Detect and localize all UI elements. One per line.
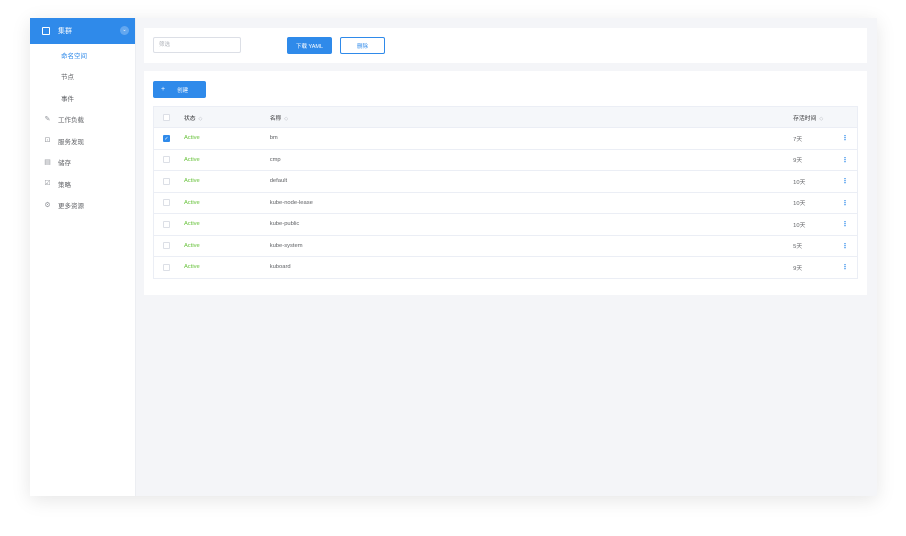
status-cell: Active: [183, 264, 200, 271]
name-cell[interactable]: default: [270, 178, 793, 184]
policy-icon: ☑: [44, 180, 51, 188]
sort-icon: ◇: [198, 115, 203, 122]
sidebar-item-label: 命名空间: [61, 52, 87, 60]
status-cell: Active: [183, 156, 200, 163]
sidebar-group-cluster[interactable]: 集群 ⌄: [30, 18, 135, 44]
name-cell[interactable]: kuboard: [270, 264, 793, 270]
table-row[interactable]: Active default 10天 ⋮: [154, 171, 857, 193]
table-row[interactable]: Active kube-public 10天 ⋮: [154, 214, 857, 236]
sidebar-item-label: 储存: [58, 160, 71, 168]
sidebar-item-label: 事件: [61, 95, 74, 103]
more-actions-icon[interactable]: ⋮: [833, 242, 857, 250]
table-body: ✓ Active bm 7天 ⋮ Active cmp 9天 ⋮ Active default 10天…: [154, 128, 857, 279]
sidebar-item-label: 策略: [58, 181, 71, 189]
status-cell: Active: [183, 221, 200, 228]
column-header-label: 名称: [269, 115, 282, 122]
age-cell: 10天: [793, 222, 806, 229]
create-button[interactable]: + 创建: [153, 81, 206, 98]
table-row[interactable]: Active kube-system 5天 ⋮: [154, 236, 857, 257]
column-header-label: 状态: [183, 115, 196, 122]
table-row[interactable]: Active kuboard 9天 ⋮: [154, 257, 857, 279]
sidebar-item-namespaces[interactable]: 命名空间: [30, 44, 135, 66]
toolbar: 下载 YAML 删除: [144, 28, 867, 63]
status-cell: Active: [183, 199, 200, 206]
name-cell[interactable]: cmp: [270, 157, 793, 163]
age-cell: 10天: [793, 201, 806, 208]
sidebar-item-workloads[interactable]: ✎ 工作负载: [30, 109, 135, 131]
select-all-cell: [154, 113, 184, 121]
status-cell: Active: [183, 135, 200, 142]
column-header-name[interactable]: 名称 ◇: [270, 113, 793, 122]
cluster-icon: [42, 27, 50, 35]
age-cell: 10天: [793, 179, 806, 186]
row-checkbox-cell: [154, 199, 184, 207]
row-checkbox-cell: [154, 242, 184, 250]
sidebar-item-label: 工作负载: [58, 117, 84, 125]
column-header-label: 存活时间: [793, 115, 817, 122]
sidebar-item-events[interactable]: 事件: [30, 87, 135, 109]
row-checkbox-cell: ✓: [154, 134, 184, 142]
more-actions-icon[interactable]: ⋮: [833, 177, 857, 185]
table-row[interactable]: Active kube-node-lease 10天 ⋮: [154, 193, 857, 214]
more-actions-icon[interactable]: ⋮: [833, 134, 857, 142]
column-header-age[interactable]: 存活时间 ◇: [793, 113, 833, 122]
name-cell[interactable]: kube-system: [270, 243, 793, 249]
sort-icon: ◇: [284, 115, 289, 122]
table-row[interactable]: Active cmp 9天 ⋮: [154, 150, 857, 171]
row-checkbox[interactable]: [163, 199, 170, 207]
create-button-label: 创建: [177, 87, 189, 94]
row-checkbox[interactable]: [163, 242, 170, 250]
sidebar-item-service-discovery[interactable]: ⊡ 服务发现: [30, 130, 135, 152]
sidebar-item-nodes[interactable]: 节点: [30, 66, 135, 88]
row-checkbox[interactable]: [163, 263, 170, 271]
row-checkbox-cell: [154, 220, 184, 228]
delete-button[interactable]: 删除: [340, 37, 385, 54]
namespace-list-panel: + 创建 状态 ◇ 名称 ◇ 存活时间 ◇ ✓ Active bm 7天 ⋮ Active cmp…: [144, 71, 867, 295]
age-cell: 5天: [793, 244, 803, 251]
sidebar-item-label: 节点: [61, 74, 74, 82]
row-checkbox-cell: [154, 177, 184, 185]
chevron-down-icon[interactable]: ⌄: [120, 26, 129, 35]
column-header-status[interactable]: 状态 ◇: [184, 113, 270, 122]
storage-icon: ▤: [44, 158, 51, 166]
download-yaml-button[interactable]: 下载 YAML: [287, 37, 332, 54]
more-resources-icon: ⚙: [44, 201, 51, 209]
sidebar-item-more-resources[interactable]: ⚙ 更多资源: [30, 195, 135, 217]
age-cell: 9天: [793, 265, 803, 272]
name-cell[interactable]: bm: [270, 135, 793, 141]
select-all-checkbox[interactable]: [163, 113, 170, 121]
filter-input[interactable]: [153, 37, 241, 53]
status-cell: Active: [183, 178, 200, 185]
row-checkbox[interactable]: [163, 220, 170, 228]
row-checkbox-cell: [154, 263, 184, 271]
name-cell[interactable]: kube-node-lease: [270, 200, 793, 206]
wrench-icon: ✎: [44, 115, 51, 123]
namespace-table: 状态 ◇ 名称 ◇ 存活时间 ◇ ✓ Active bm 7天 ⋮ Active cmp 9天 ⋮ Ac…: [153, 106, 858, 279]
sidebar-item-policy[interactable]: ☑ 策略: [30, 173, 135, 195]
sidebar-group-label: 集群: [58, 28, 72, 35]
row-checkbox[interactable]: ✓: [163, 134, 170, 142]
table-header: 状态 ◇ 名称 ◇ 存活时间 ◇: [154, 107, 857, 128]
row-checkbox[interactable]: [163, 177, 170, 185]
status-cell: Active: [183, 242, 200, 249]
row-checkbox[interactable]: [163, 156, 170, 164]
more-actions-icon[interactable]: ⋮: [833, 263, 857, 271]
plus-icon: +: [161, 86, 166, 93]
sidebar-item-label: 服务发现: [58, 138, 84, 146]
more-actions-icon[interactable]: ⋮: [833, 199, 857, 207]
sidebar: 集群 ⌄ 命名空间 节点 事件 ✎ 工作负载 ⊡ 服务发现 ▤ 储存 ☑ 策略 …: [30, 18, 136, 496]
more-actions-icon[interactable]: ⋮: [833, 220, 857, 228]
sidebar-item-storage[interactable]: ▤ 储存: [30, 152, 135, 174]
age-cell: 9天: [793, 158, 803, 165]
sidebar-item-label: 更多资源: [58, 203, 84, 211]
app-window: 集群 ⌄ 命名空间 节点 事件 ✎ 工作负载 ⊡ 服务发现 ▤ 储存 ☑ 策略 …: [30, 18, 877, 496]
name-cell[interactable]: kube-public: [270, 221, 793, 227]
row-checkbox-cell: [154, 156, 184, 164]
table-row[interactable]: ✓ Active bm 7天 ⋮: [154, 128, 857, 150]
age-cell: 7天: [793, 136, 803, 143]
sort-icon: ◇: [819, 115, 824, 122]
more-actions-icon[interactable]: ⋮: [833, 156, 857, 164]
service-discovery-icon: ⊡: [44, 137, 51, 145]
